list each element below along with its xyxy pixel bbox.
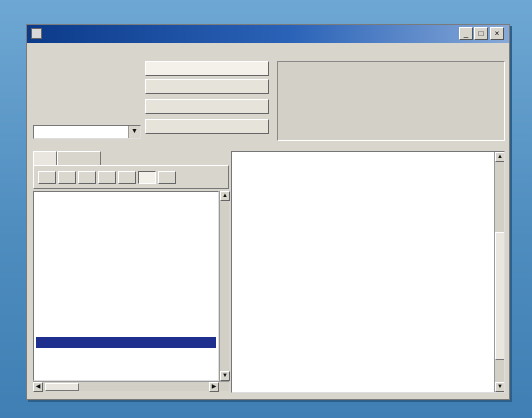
info-panel bbox=[277, 61, 505, 141]
print-programs-button[interactable] bbox=[145, 119, 269, 134]
tab-all[interactable] bbox=[33, 151, 57, 165]
city-select[interactable]: ▼ bbox=[33, 125, 141, 139]
scroll-up-icon[interactable]: ▲ bbox=[495, 152, 504, 162]
channel-list-scrollbar[interactable]: ▲ ▼ bbox=[219, 191, 230, 381]
scroll-down-icon[interactable]: ▼ bbox=[220, 371, 230, 381]
close-button[interactable]: × bbox=[490, 27, 504, 40]
weekday-bar bbox=[33, 165, 229, 189]
show-programs-button[interactable] bbox=[145, 61, 269, 76]
tv-app-icon bbox=[31, 28, 42, 39]
channel-item-selected[interactable] bbox=[36, 337, 216, 348]
settings-button[interactable] bbox=[145, 99, 269, 114]
channel-item[interactable] bbox=[36, 227, 216, 238]
tv-guide-window: _ □ × ▼ ▲ ▼ ◀ ▶ ▲ ▼ bbox=[26, 24, 510, 400]
vscroll-thumb[interactable] bbox=[495, 232, 504, 360]
channel-list bbox=[33, 191, 219, 381]
channel-item[interactable] bbox=[36, 326, 216, 337]
channel-item[interactable] bbox=[36, 194, 216, 205]
day-tab-thu[interactable] bbox=[98, 171, 116, 184]
channel-item[interactable] bbox=[36, 359, 216, 370]
channel-item[interactable] bbox=[36, 260, 216, 271]
channel-item[interactable] bbox=[36, 282, 216, 293]
channel-item[interactable] bbox=[36, 216, 216, 227]
maximize-button[interactable]: □ bbox=[474, 27, 488, 40]
tab-selected[interactable] bbox=[57, 151, 101, 165]
day-tab-tue[interactable] bbox=[58, 171, 76, 184]
channel-item[interactable] bbox=[36, 370, 216, 380]
day-tab-sun[interactable] bbox=[158, 171, 176, 184]
program-pane: ▲ ▼ bbox=[231, 151, 505, 393]
scroll-up-icon[interactable]: ▲ bbox=[220, 191, 230, 201]
hscroll-thumb[interactable] bbox=[45, 383, 79, 391]
channel-item[interactable] bbox=[36, 205, 216, 216]
program-item[interactable] bbox=[234, 350, 492, 370]
chevron-down-icon[interactable]: ▼ bbox=[128, 126, 140, 138]
program-list-scrollbar[interactable]: ▲ ▼ bbox=[494, 152, 504, 392]
day-tab-wed[interactable] bbox=[78, 171, 96, 184]
title-bar[interactable]: _ □ × bbox=[27, 25, 509, 43]
scroll-left-icon[interactable]: ◀ bbox=[33, 382, 43, 392]
channel-item[interactable] bbox=[36, 249, 216, 260]
day-tab-mon[interactable] bbox=[38, 171, 56, 184]
channel-pane: ▲ ▼ ◀ ▶ bbox=[33, 151, 230, 395]
channel-tabs bbox=[33, 151, 229, 165]
menu-bar bbox=[27, 43, 509, 57]
channel-item[interactable] bbox=[36, 304, 216, 315]
window-controls: _ □ × bbox=[459, 27, 505, 41]
channel-item[interactable] bbox=[36, 315, 216, 326]
channel-item[interactable] bbox=[36, 348, 216, 359]
scroll-right-icon[interactable]: ▶ bbox=[209, 382, 219, 392]
scroll-down-icon[interactable]: ▼ bbox=[495, 382, 504, 392]
date-panel bbox=[53, 63, 127, 115]
day-tab-sat[interactable] bbox=[138, 171, 156, 184]
channel-item[interactable] bbox=[36, 238, 216, 249]
day-tab-fri[interactable] bbox=[118, 171, 136, 184]
program-item[interactable] bbox=[234, 318, 492, 338]
search-programs-button[interactable] bbox=[145, 79, 269, 94]
channel-item[interactable] bbox=[36, 271, 216, 282]
top-controls: ▼ bbox=[27, 59, 509, 149]
minimize-button[interactable]: _ bbox=[459, 27, 473, 40]
channel-item[interactable] bbox=[36, 293, 216, 304]
channel-list-hscrollbar[interactable]: ◀ ▶ bbox=[33, 381, 229, 392]
